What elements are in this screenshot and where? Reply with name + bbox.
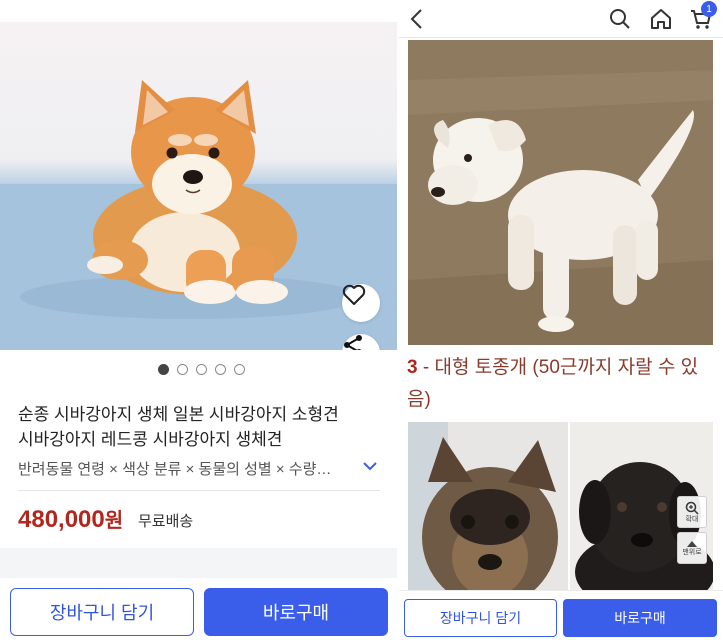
product-title: 순종 시바강아지 생체 일본 시바강아지 소형견 시바강아지 레드콩 시바강아지… xyxy=(18,402,388,452)
zoom-button[interactable]: 확대 xyxy=(677,496,707,528)
price-currency: 원 xyxy=(104,510,124,532)
divider xyxy=(18,490,380,491)
add-to-cart-button-right[interactable]: 장바구니 담기 xyxy=(404,599,557,637)
caption-text: - 대형 토종개 (50근까지 자랄 수 있음) xyxy=(407,357,699,410)
viewer-controls: 확대 맨위로 xyxy=(677,496,707,568)
bottom-action-bar-right: 장바구니 담기 바로구매 xyxy=(399,590,723,642)
price-value: 480,000 xyxy=(18,506,105,533)
add-to-cart-button[interactable]: 장바구니 담기 xyxy=(10,588,194,636)
caption-number: 3 xyxy=(407,357,418,378)
product-title-line2: 시바강아지 레드콩 시바강아지 생체견 xyxy=(18,430,283,449)
product-detail-panel: 순종 시바강아지 생체 일본 시바강아지 소형견 시바강아지 레드콩 시바강아지… xyxy=(0,0,397,642)
top-navigation-bar: 1 xyxy=(399,0,723,38)
arrow-up-icon xyxy=(687,540,697,547)
product-price: 480,000원 xyxy=(18,504,123,534)
back-icon[interactable] xyxy=(407,7,427,31)
screenshot-root: 순종 시바강아지 생체 일본 시바강아지 소형견 시바강아지 레드콩 시바강아지… xyxy=(0,0,723,642)
carousel-dot[interactable] xyxy=(176,364,188,375)
carousel-dot[interactable] xyxy=(233,364,245,375)
product-title-line1: 순종 시바강아지 생체 일본 시바강아지 소형견 xyxy=(18,405,339,424)
product-image-shiba-puppy[interactable] xyxy=(0,22,397,350)
cart-count-badge: 1 xyxy=(701,1,717,17)
zoom-label: 확대 xyxy=(685,515,699,523)
chevron-down-icon[interactable] xyxy=(362,460,378,472)
carousel-dot[interactable] xyxy=(214,364,226,375)
wishlist-button[interactable] xyxy=(342,284,380,322)
scroll-top-button[interactable]: 맨위로 xyxy=(677,532,707,564)
shepherd-puppy-illustration xyxy=(408,422,568,592)
carousel-indicator[interactable] xyxy=(0,364,397,375)
white-puppy-illustration xyxy=(408,40,713,345)
detail-description-panel: 1 3 - 대형 토종개 (50근까지 자랄 수 있음) 확대 맨위로 장바구니… xyxy=(399,0,723,642)
white-puppy-image[interactable] xyxy=(408,40,713,345)
puppy-image-grid xyxy=(408,422,713,592)
top-spacer xyxy=(0,0,397,22)
shiba-puppy-illustration xyxy=(0,80,397,350)
heart-icon xyxy=(342,284,366,305)
shipping-info: 무료배송 xyxy=(138,513,194,530)
product-info: 순종 시바강아지 생체 일본 시바강아지 소형견 시바강아지 레드콩 시바강아지… xyxy=(0,350,397,548)
buy-now-button-right[interactable]: 바로구매 xyxy=(563,599,717,637)
product-options[interactable]: 반려동물 연령 × 색상 분류 × 동물의 성별 × 수량… xyxy=(18,458,358,479)
carousel-dot[interactable] xyxy=(157,364,169,375)
bottom-action-bar: 장바구니 담기 바로구매 xyxy=(0,578,397,642)
buy-now-button[interactable]: 바로구매 xyxy=(204,588,388,636)
share-icon xyxy=(344,335,362,350)
zoom-in-icon xyxy=(685,501,699,515)
carousel-dot[interactable] xyxy=(195,364,207,375)
search-icon[interactable] xyxy=(608,7,632,31)
german-shepherd-puppy-image[interactable] xyxy=(408,422,568,592)
home-icon[interactable] xyxy=(649,7,673,31)
photo-caption: 3 - 대형 토종개 (50근까지 자랄 수 있음) xyxy=(407,352,707,416)
scroll-top-label: 맨위로 xyxy=(682,548,702,556)
